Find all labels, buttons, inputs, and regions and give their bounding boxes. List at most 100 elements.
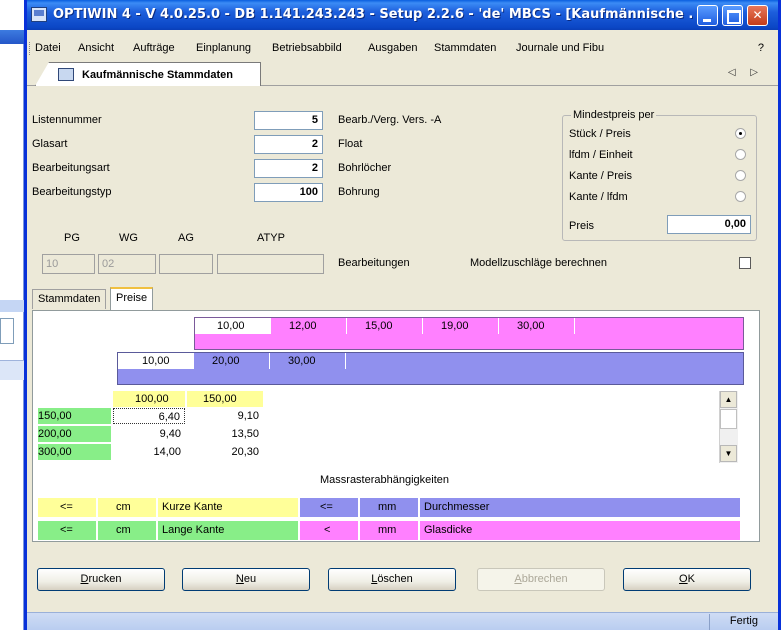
grid-cell[interactable]: 13,50 — [187, 426, 263, 442]
glasdicke-value[interactable]: 19,00 — [423, 318, 499, 334]
glasdicke-operator[interactable]: < — [300, 521, 358, 540]
grid-column-header[interactable]: 150,00 — [187, 391, 263, 407]
durchmesser-operator[interactable]: <= — [300, 498, 358, 517]
grid-cell[interactable]: 14,00 — [113, 444, 185, 460]
lange-kante-unit[interactable]: cm — [98, 521, 156, 540]
minimize-button[interactable] — [697, 5, 718, 26]
grid-column-header[interactable]: 100,00 — [113, 391, 185, 407]
listennummer-label: Listennummer — [32, 114, 102, 126]
pg-header: PG — [64, 232, 80, 244]
option-kante-preis-label: Kante / Preis — [569, 170, 632, 182]
option-kante-lfdm-label: Kante / lfdm — [569, 191, 628, 203]
drucken-button[interactable]: Drucken — [37, 568, 165, 591]
tab-stammdaten[interactable]: Stammdaten — [32, 289, 107, 309]
modellzuschlaege-checkbox[interactable] — [739, 257, 751, 269]
option-stueck-preis-radio[interactable] — [735, 128, 746, 139]
loeschen-button[interactable]: Löschen — [328, 568, 456, 591]
durchmesser-value[interactable]: 20,00 — [194, 353, 270, 369]
close-button[interactable]: ✕ — [747, 5, 768, 26]
price-grid: 100,00 150,00 150,00 6,40 9,10 200,00 9,… — [38, 391, 738, 463]
option-lfdm-einheit-label: lfdm / Einheit — [569, 149, 633, 161]
ag-field[interactable] — [159, 254, 213, 274]
background-window-toolbar — [0, 30, 24, 44]
listennummer-desc: Bearb./Verg. Vers. -A — [338, 114, 442, 126]
atyp-header: ATYP — [257, 232, 285, 244]
kurze-kante-operator[interactable]: <= — [38, 498, 96, 517]
glasart-field[interactable]: 2 — [254, 135, 323, 154]
tab-kaufmaennische-stammdaten[interactable]: Kaufmännische Stammdaten — [35, 62, 261, 86]
document-tab-label: Kaufmännische Stammdaten — [82, 69, 233, 81]
listennummer-field[interactable]: 5 — [254, 111, 323, 130]
option-kante-lfdm-radio[interactable] — [735, 191, 746, 202]
bearbeitungsart-desc: Bohrlöcher — [338, 162, 392, 174]
bearbeitungstyp-field[interactable]: 100 — [254, 183, 323, 202]
menu-betriebsabbild[interactable]: Betriebsabbild — [272, 42, 342, 54]
scroll-thumb[interactable] — [720, 409, 737, 429]
scroll-up-icon[interactable]: ▲ — [720, 391, 737, 408]
grid-vertical-scrollbar[interactable]: ▲ ▼ — [719, 391, 738, 463]
durchmesser-value[interactable]: 10,00 — [118, 353, 194, 369]
grid-row-header[interactable]: 300,00 — [38, 444, 111, 460]
scroll-down-icon[interactable]: ▼ — [720, 445, 737, 462]
grid-cell[interactable]: 9,40 — [113, 426, 185, 442]
durchmesser-value[interactable]: 30,00 — [270, 353, 346, 369]
option-lfdm-einheit-radio[interactable] — [735, 149, 746, 160]
menu-stammdaten[interactable]: Stammdaten — [434, 42, 496, 54]
status-bar: Fertig — [27, 612, 778, 630]
glasart-label: Glasart — [32, 138, 68, 150]
atyp-field[interactable] — [217, 254, 324, 274]
wg-header: WG — [119, 232, 138, 244]
abbrechen-button[interactable]: Abbrechen — [477, 568, 605, 591]
menu-journale[interactable]: Journale und Fibu — [516, 42, 604, 54]
grid-row-header[interactable]: 200,00 — [38, 426, 111, 442]
menu-ausgaben[interactable]: Ausgaben — [368, 42, 418, 54]
menu-ansicht[interactable]: Ansicht — [78, 42, 114, 54]
tab-preise[interactable]: Preise — [110, 287, 154, 310]
lange-kante-label: Lange Kante — [158, 521, 298, 540]
document-tab-strip: Kaufmännische Stammdaten ◁ ▷ — [27, 60, 778, 86]
preis-field[interactable]: 0,00 — [667, 215, 751, 234]
durchmesser-label: Durchmesser — [420, 498, 740, 517]
neu-button[interactable]: Neu — [182, 568, 310, 591]
grid-cell[interactable]: 9,10 — [187, 408, 263, 424]
background-window-button[interactable] — [0, 318, 14, 344]
kurze-kante-unit[interactable]: cm — [98, 498, 156, 517]
background-window-title — [0, 0, 24, 30]
maximize-button[interactable] — [722, 5, 743, 26]
grid-cell[interactable]: 20,30 — [187, 444, 263, 460]
kurze-kante-label: Kurze Kante — [158, 498, 298, 517]
loeschen-label: öschen — [377, 573, 413, 585]
preise-panel: 10,00 12,00 15,00 19,00 30,00 10,00 20,0… — [32, 310, 760, 542]
preis-label: Preis — [569, 220, 595, 232]
glasdicke-value[interactable]: 10,00 — [195, 318, 271, 334]
glasdicke-band: 10,00 12,00 15,00 19,00 30,00 — [194, 317, 744, 350]
option-kante-preis-radio[interactable] — [735, 170, 746, 181]
ok-button[interactable]: OK — [623, 568, 751, 591]
bearbeitungsart-field[interactable]: 2 — [254, 159, 323, 178]
title-bar[interactable]: OPTIWIN 4 - V 4.0.25.0 - DB 1.141.243.24… — [27, 0, 778, 30]
durchmesser-unit[interactable]: mm — [360, 498, 418, 517]
grid-row-header[interactable]: 150,00 — [38, 408, 111, 424]
background-window-panel — [0, 360, 24, 380]
background-window — [0, 0, 24, 630]
glasdicke-value[interactable]: 12,00 — [271, 318, 347, 334]
tab-navigation-arrows[interactable]: ◁ ▷ — [728, 67, 764, 78]
status-divider — [709, 614, 710, 630]
bearbeitungsart-label: Bearbeitungsart — [32, 162, 110, 174]
app-icon[interactable] — [31, 7, 47, 22]
ok-accesskey: O — [679, 573, 688, 585]
menu-grip-icon — [29, 42, 32, 55]
lange-kante-operator[interactable]: <= — [38, 521, 96, 540]
background-window-strip — [0, 300, 24, 312]
pg-field[interactable]: 10 — [42, 254, 95, 274]
glasdicke-unit[interactable]: mm — [360, 521, 418, 540]
bearbeitungstyp-label: Bearbeitungstyp — [32, 186, 112, 198]
menu-datei[interactable]: Datei — [35, 42, 61, 54]
grid-cell[interactable]: 6,40 — [113, 408, 185, 424]
glasdicke-value[interactable]: 15,00 — [347, 318, 423, 334]
menu-einplanung[interactable]: Einplanung — [196, 42, 251, 54]
glasdicke-value[interactable]: 30,00 — [499, 318, 575, 334]
wg-field[interactable]: 02 — [98, 254, 156, 274]
menu-auftraege[interactable]: Aufträge — [133, 42, 175, 54]
menu-help[interactable]: ? — [758, 42, 764, 54]
